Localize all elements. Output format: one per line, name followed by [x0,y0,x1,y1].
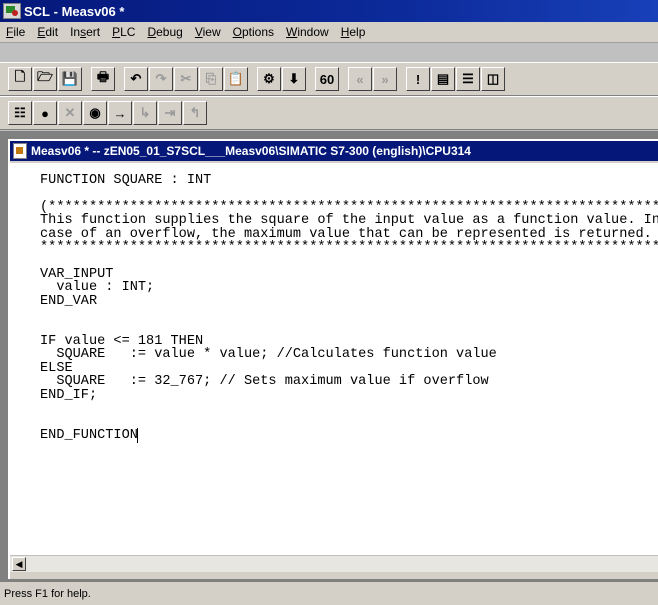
code-line: SQUARE := 32_767; // Sets maximum value … [40,374,489,390]
menu-item-window[interactable]: Window [280,25,335,39]
run-to-breakpoint-icon[interactable]: → [108,101,132,125]
step-over-icon[interactable]: ⇥ [158,101,182,125]
menu-item-options[interactable]: Options [227,25,280,39]
document-icon[interactable] [13,143,27,159]
title-separator: - [50,3,62,19]
status-text: Press F1 for help. [4,587,91,600]
code-line: END_IF; [40,387,98,403]
breakpoint-enable-icon[interactable]: ◉ [83,101,107,125]
menu-item-edit[interactable]: Edit [31,25,64,39]
save-icon[interactable]: 💾 [58,67,82,91]
step-out-icon[interactable]: ↰ [183,101,207,125]
scl-app-icon[interactable] [3,3,21,19]
window-horizontal-icon[interactable]: ☰ [456,67,480,91]
menu-bar: File Edit Insert PLC Debug View Options Window H… [0,22,658,43]
breakpoint-set-icon[interactable]: ● [33,101,57,125]
redo-icon[interactable]: ↷ [149,67,173,91]
editor-title: Measv06 * -- zEN05_01_S7SCL___Measv06\SI… [31,144,471,158]
menu-item-debug[interactable]: Debug [141,25,188,39]
menu-item-file[interactable]: File [0,25,31,39]
code-line: FUNCTION SQUARE : INT [40,173,212,188]
document-name: Measv06 * [61,3,125,19]
code-line: END_VAR [40,293,98,309]
list-icon[interactable]: ☷ [8,101,32,125]
compile-icon[interactable]: ⚙ [257,67,281,91]
undo-icon[interactable]: ↶ [124,67,148,91]
code-line: ****************************************… [40,240,658,256]
menu-item-plc[interactable]: PLC [106,25,141,39]
debug-toolbar: ☷ ● ✕ ◉ → ↳ ⇥ ↰ [0,96,658,130]
step-back-icon[interactable]: « [348,67,372,91]
horizontal-scrollbar[interactable]: ◀ [10,555,658,572]
title-bar: SCL - Measv06 * [0,0,658,22]
open-folder-icon[interactable]: 🗁 [33,67,57,91]
download-icon[interactable]: ⬇ [282,67,306,91]
main-toolbar: 🗋 🗁 💾 🖶 ↶ ↷ ✂ ⎘ 📋 ⚙ ⬇ 60 «»! ▤ ☰ ◫ [0,62,658,96]
print-icon[interactable]: 🖶 [91,67,115,91]
status-bar: Press F1 for help. [0,581,658,605]
menu-item-help[interactable]: Help [335,25,372,39]
text-caret: ​ [136,427,138,443]
breakpoint-icon[interactable]: ! [406,67,430,91]
app-name: SCL [24,3,50,19]
code-text[interactable]: FUNCTION SQUARE : INT (*****************… [10,163,658,443]
editor-window: Measv06 * -- zEN05_01_S7SCL___Measv06\SI… [8,139,658,579]
new-file-icon[interactable]: 🗋 [8,67,32,91]
mdi-workspace: Measv06 * -- zEN05_01_S7SCL___Measv06\SI… [0,131,658,581]
code-line: END_FUNCTION [40,427,138,443]
step-into-icon[interactable]: ↳ [133,101,157,125]
breakpoint-delete-icon[interactable]: ✕ [58,101,82,125]
step-forward-icon[interactable]: » [373,67,397,91]
menu-item-view[interactable]: View [189,25,227,39]
menu-item-insert[interactable]: Insert [64,25,106,39]
scroll-left-icon[interactable]: ◀ [12,557,26,571]
paste-icon[interactable]: 📋 [224,67,248,91]
window-vertical-icon[interactable]: ◫ [481,67,505,91]
code-editor[interactable]: FUNCTION SQUARE : INT (*****************… [10,163,658,555]
code-line: SQUARE := value * value; //Calculates fu… [40,347,497,363]
monitor-icon[interactable]: 60 [315,67,339,91]
cut-icon[interactable]: ✂ [174,67,198,91]
editor-title-bar: Measv06 * -- zEN05_01_S7SCL___Measv06\SI… [10,141,658,161]
window-tile-icon[interactable]: ▤ [431,67,455,91]
copy-icon[interactable]: ⎘ [199,67,223,91]
